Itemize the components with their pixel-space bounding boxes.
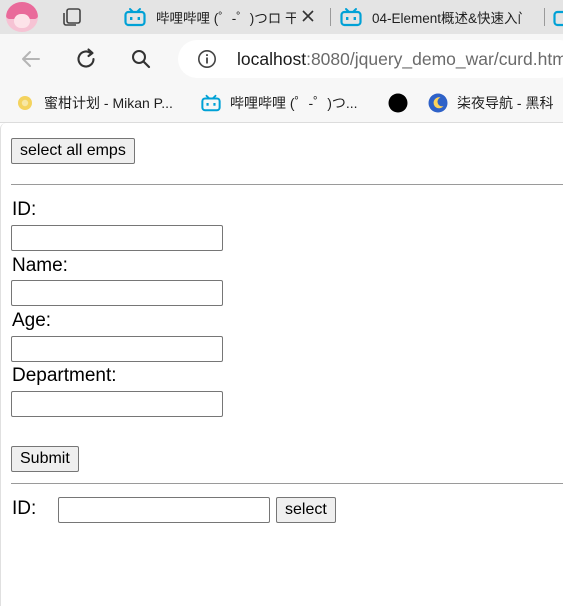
tab-separator [544,8,545,26]
browser-toolbar: localhost:8080/jquery_demo_war/curd.html [0,34,563,84]
tab-partial[interactable] [553,0,563,34]
url-path: :8080/jquery_demo_war/curd.html [306,49,563,69]
tab-title: 哔哩哔哩 (゜-゜)つロ 干杯~-bilibili [156,11,296,26]
department-input[interactable] [11,391,223,417]
name-label: Name: [12,255,68,276]
tab-element-quickstart[interactable]: 04-Element概述&快速入门 [340,0,540,34]
bookmark-label: 哔哩哔哩 (゜-゜)つ... [230,95,358,111]
bookmark-label: 蜜柑计划 - Mikan P... [44,95,173,111]
age-label: Age: [12,310,52,331]
tab-bilibili[interactable]: 哔哩哔哩 (゜-゜)つロ 干杯~-bilibili [124,0,324,34]
divider [11,483,563,484]
search-id-label: ID: [12,498,37,519]
page-content: select all emps ID: Name: Age: Departmen… [0,123,563,606]
bookmark-mikan[interactable]: 蜜柑计划 - Mikan P... [15,84,173,122]
department-label: Department: [12,365,117,386]
age-input[interactable] [11,336,223,362]
bookmarks-bar: 蜜柑计划 - Mikan P... 哔哩哔哩 (゜-゜)つ... 柒夜导航 - … [0,84,563,123]
search-icon[interactable] [128,46,154,72]
bookmark-qiye-nav[interactable]: 柒夜导航 - 黑科 [428,84,553,122]
url-host: localhost [237,49,307,69]
id-label: ID: [12,199,37,220]
moon-icon [428,93,448,113]
select-all-emps-button[interactable]: select all emps [11,138,135,164]
name-input[interactable] [11,280,223,306]
url-text[interactable]: localhost:8080/jquery_demo_war/curd.html [237,49,563,70]
search-id-input[interactable] [58,497,270,523]
select-button[interactable]: select [276,497,336,523]
submit-button[interactable]: Submit [11,446,79,472]
bilibili-icon [340,8,362,27]
id-input[interactable] [11,225,223,251]
back-arrow-icon[interactable] [18,46,44,72]
bookmark-label: 柒夜导航 - 黑科 [457,95,554,111]
tab-separator [330,8,331,26]
close-tab-icon[interactable] [300,8,316,24]
avatar-face [14,14,30,28]
site-info-icon[interactable] [197,49,217,69]
bookmark-bilibili[interactable]: 哔哩哔哩 (゜-゜)つ... [201,84,358,122]
black-circle-icon [388,93,408,113]
bilibili-icon [553,10,563,27]
tab-title: 04-Element概述&快速入门 [372,11,522,26]
bilibili-icon [124,8,146,27]
mikan-icon [18,96,32,110]
divider [11,184,563,185]
bookmark-black-circle[interactable] [388,84,417,122]
profile-avatar[interactable] [6,2,38,32]
reload-icon[interactable] [73,46,99,72]
bilibili-icon [201,94,221,112]
address-bar[interactable]: localhost:8080/jquery_demo_war/curd.html [178,40,563,78]
workspaces-icon[interactable] [60,5,84,29]
tab-strip: 哔哩哔哩 (゜-゜)つロ 干杯~-bilibili 04-Element概述&快… [0,0,563,34]
